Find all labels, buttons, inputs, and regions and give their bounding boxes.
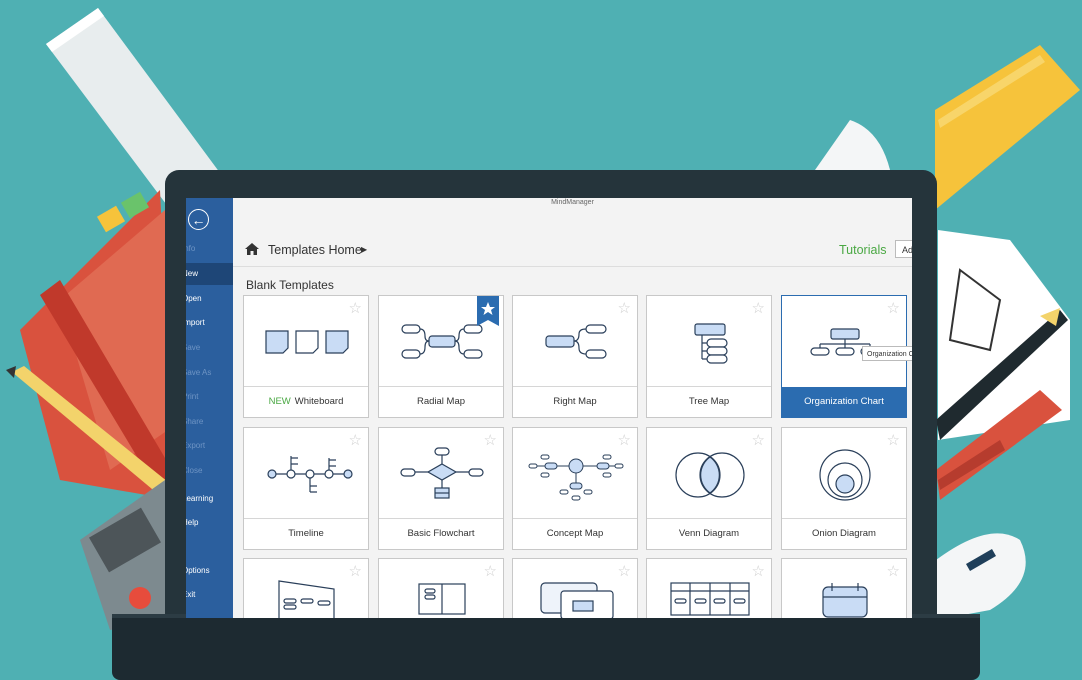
sidebar-item-save-as[interactable]: Save As	[186, 362, 233, 384]
sidebar-item-open[interactable]: Open	[186, 288, 233, 310]
template-card-whiteboard[interactable]: ☆ NEW Whiteboard	[243, 295, 369, 418]
favorite-star-icon[interactable]: ☆	[887, 564, 900, 579]
template-card-venn-diagram[interactable]: ☆ Venn Diagram	[646, 427, 772, 550]
template-caption: Radial Map	[379, 386, 503, 417]
template-card-onion-diagram[interactable]: ☆ Onion Diagram	[781, 427, 907, 550]
template-caption: Concept Map	[513, 518, 637, 549]
templates-header: Templates Home ▶ Tutorials Ad	[233, 234, 912, 266]
template-caption: Venn Diagram	[647, 518, 771, 549]
template-card-radial-map[interactable]: Radial Map	[378, 295, 504, 418]
favorite-star-icon[interactable]: ☆	[752, 301, 765, 316]
template-card-row3-3[interactable]: ☆	[512, 558, 638, 618]
favorite-star-icon[interactable]: ☆	[752, 564, 765, 579]
favorite-ribbon-icon[interactable]	[477, 296, 499, 326]
template-card-concept-map[interactable]: ☆ Concept Map	[512, 427, 638, 550]
template-card-row3-4[interactable]: ☆	[646, 558, 772, 618]
template-card-timeline[interactable]: ☆ Timeline	[243, 427, 369, 550]
template-caption: Tree Map	[647, 386, 771, 417]
back-arrow-icon[interactable]: ←	[188, 209, 209, 230]
sidebar-item-learning[interactable]: Learning	[186, 488, 233, 510]
sidebar-item-new[interactable]: New	[186, 263, 233, 285]
template-card-basic-flowchart[interactable]: ☆ Basic Flowchart	[378, 427, 504, 550]
template-card-row3-1[interactable]: ☆	[243, 558, 369, 618]
template-caption: Onion Diagram	[782, 518, 906, 549]
sidebar-item-help[interactable]: Help	[186, 512, 233, 534]
favorite-star-icon[interactable]: ☆	[618, 564, 631, 579]
template-caption: NEW Whiteboard	[244, 386, 368, 417]
breadcrumb-chevron-icon: ▶	[361, 245, 368, 254]
sidebar-item-export[interactable]: Export	[186, 435, 233, 457]
template-caption: Right Map	[513, 386, 637, 417]
favorite-star-icon[interactable]: ☆	[887, 433, 900, 448]
template-caption: Timeline	[244, 518, 368, 549]
favorite-star-icon[interactable]: ☆	[618, 301, 631, 316]
sidebar-item-close[interactable]: Close	[186, 460, 233, 482]
sidebar-item-print[interactable]: Print	[186, 386, 233, 408]
template-card-right-map[interactable]: ☆ Right Map	[512, 295, 638, 418]
backstage-sidebar: ← Info New Open Import Save Save As Prin…	[186, 198, 233, 618]
laptop-base	[112, 618, 980, 680]
add-button[interactable]: Ad	[895, 240, 912, 258]
sidebar-item-import[interactable]: Import	[186, 312, 233, 334]
header-divider	[233, 266, 912, 267]
new-badge: NEW	[268, 396, 291, 407]
sidebar-item-options[interactable]: Options	[186, 560, 233, 582]
sidebar-item-info[interactable]: Info	[186, 238, 233, 260]
window-title: MindManager	[551, 199, 594, 206]
template-card-tree-map[interactable]: ☆ Tree Map	[646, 295, 772, 418]
tooltip: Organization Chart	[862, 346, 912, 361]
template-caption: Basic Flowchart	[379, 518, 503, 549]
tutorials-link[interactable]: Tutorials	[839, 243, 886, 257]
favorite-star-icon[interactable]: ☆	[752, 433, 765, 448]
sidebar-item-save[interactable]: Save	[186, 337, 233, 359]
section-title: Blank Templates	[246, 278, 334, 292]
breadcrumb-templates-home[interactable]: Templates Home	[268, 243, 362, 257]
home-icon[interactable]	[245, 243, 259, 255]
sidebar-item-share[interactable]: Share	[186, 411, 233, 433]
favorite-star-icon[interactable]: ☆	[887, 301, 900, 316]
favorite-star-icon[interactable]: ☆	[618, 433, 631, 448]
template-caption: Organization Chart	[782, 387, 906, 417]
favorite-star-icon[interactable]: ☆	[484, 433, 497, 448]
favorite-star-icon[interactable]: ☆	[349, 433, 362, 448]
favorite-star-icon[interactable]: ☆	[349, 301, 362, 316]
app-window: ← Info New Open Import Save Save As Prin…	[186, 198, 912, 618]
favorite-star-icon[interactable]: ☆	[349, 564, 362, 579]
template-card-row3-2[interactable]: ☆	[378, 558, 504, 618]
template-card-row3-5[interactable]: ☆	[781, 558, 907, 618]
favorite-star-icon[interactable]: ☆	[484, 564, 497, 579]
sidebar-item-exit[interactable]: Exit	[186, 584, 233, 606]
